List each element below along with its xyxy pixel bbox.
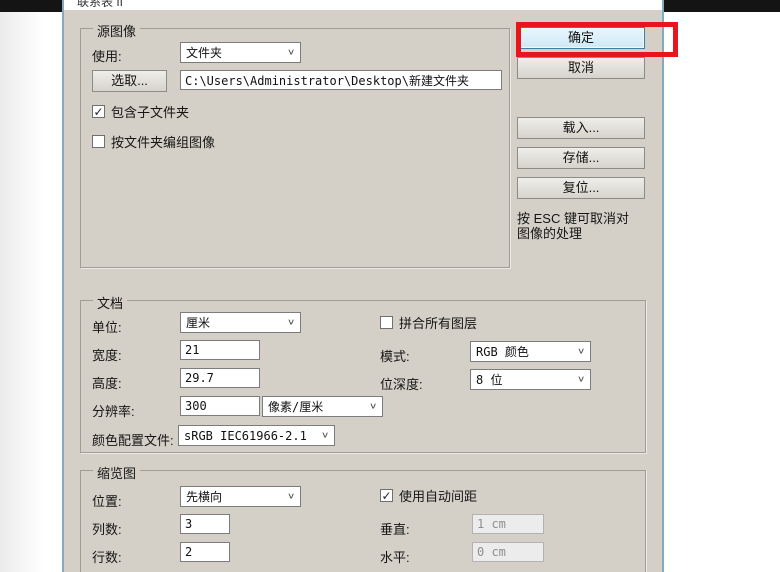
rows-label: 行数: bbox=[92, 550, 122, 565]
dialog-titlebar: 联系表 II bbox=[64, 0, 662, 10]
chevron-down-icon: ∨ bbox=[286, 47, 295, 57]
chevron-down-icon: ∨ bbox=[368, 401, 377, 411]
use-dropdown[interactable]: 文件夹 ∨ bbox=[180, 42, 301, 63]
chevron-down-icon: ∨ bbox=[286, 317, 295, 327]
chevron-down-icon: ∨ bbox=[286, 491, 295, 501]
mode-dropdown[interactable]: RGB 颜色 ∨ bbox=[470, 341, 591, 362]
source-images-group-label: 源图像 bbox=[93, 21, 141, 40]
canvas-right-strip bbox=[664, 12, 780, 572]
mode-dropdown-value: RGB 颜色 bbox=[476, 345, 529, 359]
group-by-folder-label: 按文件夹编组图像 bbox=[111, 135, 216, 150]
rows-input[interactable] bbox=[180, 542, 230, 562]
width-input[interactable] bbox=[180, 340, 260, 360]
height-input[interactable] bbox=[180, 368, 260, 388]
flatten-layers-checkbox[interactable]: 拼合所有图层 bbox=[380, 313, 477, 332]
width-label: 宽度: bbox=[92, 348, 122, 363]
vertical-spacing-input bbox=[472, 514, 544, 534]
resolution-unit-value: 像素/厘米 bbox=[268, 400, 324, 414]
columns-label: 列数: bbox=[92, 522, 122, 537]
photoshop-screen: 联系表 II 源图像 使用: 文件夹 ∨ 选取... ✓ 包含子文件夹 按文件夹… bbox=[0, 0, 780, 572]
source-path-field[interactable] bbox=[180, 70, 502, 90]
check-icon: ✓ bbox=[381, 488, 392, 503]
color-profile-dropdown[interactable]: sRGB IEC61966-2.1 ∨ bbox=[178, 425, 335, 446]
horizontal-label: 水平: bbox=[380, 550, 410, 565]
save-button[interactable]: 存储... bbox=[517, 147, 645, 169]
place-label: 位置: bbox=[92, 494, 122, 509]
resolution-input[interactable] bbox=[180, 396, 260, 416]
include-subfolders-checkbox[interactable]: ✓ 包含子文件夹 bbox=[92, 102, 189, 121]
color-profile-value: sRGB IEC61966-2.1 bbox=[184, 428, 307, 443]
mode-label: 模式: bbox=[380, 349, 410, 364]
load-button[interactable]: 载入... bbox=[517, 117, 645, 139]
cancel-button[interactable]: 取消 bbox=[517, 57, 645, 79]
esc-hint-line1: 按 ESC 键可取消对 bbox=[517, 211, 629, 226]
choose-button[interactable]: 选取... bbox=[92, 70, 167, 92]
checkbox-box bbox=[380, 316, 393, 329]
chevron-down-icon: ∨ bbox=[320, 430, 329, 440]
chevron-down-icon: ∨ bbox=[576, 346, 585, 356]
checkbox-box: ✓ bbox=[380, 489, 393, 502]
chevron-down-icon: ∨ bbox=[576, 374, 585, 384]
resolution-label: 分辨率: bbox=[92, 404, 135, 419]
esc-hint: 按 ESC 键可取消对 图像的处理 bbox=[517, 211, 657, 241]
vertical-label: 垂直: bbox=[380, 522, 410, 537]
auto-spacing-checkbox[interactable]: ✓ 使用自动间距 bbox=[380, 486, 477, 505]
check-icon: ✓ bbox=[93, 104, 104, 119]
place-dropdown-value: 先横向 bbox=[186, 490, 223, 504]
auto-spacing-label: 使用自动间距 bbox=[399, 489, 478, 504]
bit-depth-label: 位深度: bbox=[380, 377, 423, 392]
top-chrome-right bbox=[664, 0, 780, 12]
include-subfolders-label: 包含子文件夹 bbox=[111, 105, 190, 120]
horizontal-spacing-input bbox=[472, 542, 544, 562]
flatten-layers-label: 拼合所有图层 bbox=[399, 316, 478, 331]
group-by-folder-checkbox[interactable]: 按文件夹编组图像 bbox=[92, 132, 215, 151]
contact-sheet-dialog: 联系表 II 源图像 使用: 文件夹 ∨ 选取... ✓ 包含子文件夹 按文件夹… bbox=[62, 0, 664, 572]
thumbnails-group-label: 缩览图 bbox=[93, 463, 141, 482]
document-group-label: 文档 bbox=[93, 293, 128, 312]
use-label: 使用: bbox=[92, 49, 122, 64]
dialog-title: 联系表 II bbox=[77, 0, 124, 8]
reset-button[interactable]: 复位... bbox=[517, 177, 645, 199]
top-chrome-left bbox=[0, 0, 62, 12]
unit-label: 单位: bbox=[92, 320, 122, 335]
color-profile-label: 颜色配置文件: bbox=[92, 433, 174, 448]
checkbox-box: ✓ bbox=[92, 105, 105, 118]
thumbnails-group bbox=[80, 470, 646, 572]
bit-depth-value: 8 位 bbox=[476, 373, 503, 387]
esc-hint-line2: 图像的处理 bbox=[517, 226, 583, 241]
columns-input[interactable] bbox=[180, 514, 230, 534]
resolution-unit-dropdown[interactable]: 像素/厘米 ∨ bbox=[262, 396, 383, 417]
unit-dropdown[interactable]: 厘米 ∨ bbox=[180, 312, 301, 333]
place-dropdown[interactable]: 先横向 ∨ bbox=[180, 486, 301, 507]
checkbox-box bbox=[92, 135, 105, 148]
canvas-left-strip bbox=[0, 12, 62, 572]
use-dropdown-value: 文件夹 bbox=[186, 46, 223, 60]
ok-highlight-annotation bbox=[516, 22, 678, 57]
unit-dropdown-value: 厘米 bbox=[186, 316, 211, 330]
bit-depth-dropdown[interactable]: 8 位 ∨ bbox=[470, 369, 591, 390]
height-label: 高度: bbox=[92, 376, 122, 391]
